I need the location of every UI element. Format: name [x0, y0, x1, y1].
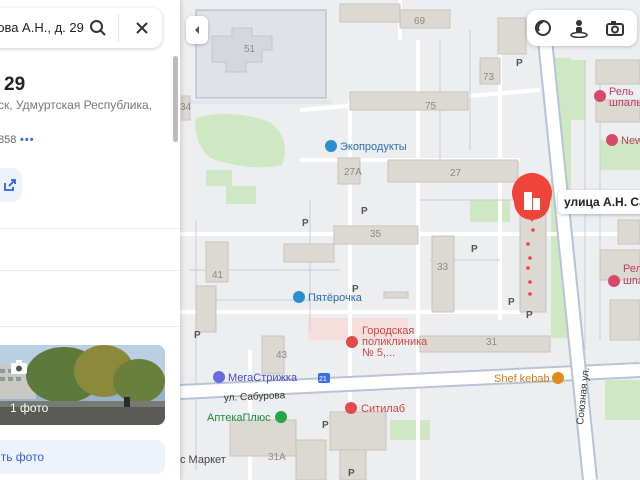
- food-icon[interactable]: [552, 372, 564, 384]
- label-bld31: 31: [486, 337, 498, 348]
- label-bld51: 51: [244, 44, 256, 55]
- chevron-left-icon: [195, 26, 199, 34]
- salon-icon[interactable]: [213, 371, 225, 383]
- poi-sitilab[interactable]: Ситилаб: [361, 403, 405, 415]
- parking-label: P: [508, 297, 515, 308]
- poi-megastrizhka[interactable]: МегаСтрижка: [228, 372, 298, 384]
- label-bld69: 69: [414, 16, 426, 27]
- poi-aptekaplyus[interactable]: АптекаПлюс: [207, 412, 271, 424]
- place-title: 29: [4, 74, 26, 95]
- poi-polyclinic-line3[interactable]: № 5,...: [362, 347, 395, 359]
- parking-label: P: [322, 420, 329, 431]
- divider: [0, 326, 180, 327]
- label-bld73: 73: [483, 72, 495, 83]
- place-panel: рова А.Н., д. 29 29 ск, Удмуртская Респу…: [0, 0, 180, 480]
- poi-shpal-1[interactable]: шпаль: [609, 97, 640, 109]
- parking-label: P: [194, 330, 201, 341]
- label-bld27a: 27А: [344, 167, 362, 178]
- divider: [0, 228, 180, 229]
- close-button[interactable]: [130, 16, 154, 40]
- shop-icon[interactable]: [325, 140, 337, 152]
- label-bld75: 75: [425, 101, 437, 112]
- parking-label: P: [361, 206, 368, 217]
- shop-icon[interactable]: [606, 134, 618, 146]
- shop-icon[interactable]: [594, 90, 606, 102]
- label-bld27: 27: [450, 168, 462, 179]
- parking-label: P: [526, 310, 533, 321]
- parking-label: P: [516, 58, 523, 69]
- medical-icon[interactable]: [345, 402, 357, 414]
- street-view-icon: [570, 20, 588, 38]
- label-bld33: 33: [437, 262, 449, 273]
- panel-scrollbar[interactable]: [173, 56, 178, 142]
- label-bld34: 34: [180, 102, 192, 113]
- share-icon: [4, 179, 16, 191]
- add-photo-label: ить фото: [0, 450, 45, 464]
- poi-pyaterochka[interactable]: Пятёрочка: [308, 292, 363, 304]
- search-input[interactable]: рова А.Н., д. 29: [0, 20, 94, 35]
- medical-icon[interactable]: [346, 336, 358, 348]
- poi-rels-2[interactable]: Рель: [623, 263, 640, 275]
- label-bld35: 35: [370, 229, 382, 240]
- postal-code: 858: [0, 134, 17, 146]
- share-button[interactable]: [0, 168, 22, 202]
- poi-ekoprodukty[interactable]: Экопродукты: [340, 141, 407, 153]
- label-bld41: 41: [212, 270, 224, 281]
- close-icon: [136, 22, 148, 34]
- more-button[interactable]: •••: [20, 134, 35, 146]
- poi-shef-kebab[interactable]: Shef kebab: [494, 373, 550, 385]
- label-bld43: 43: [276, 350, 288, 361]
- label-bld31a: 31А: [268, 452, 286, 463]
- photo-gallery[interactable]: 1 фото: [0, 345, 165, 425]
- search-icon: [90, 20, 106, 36]
- parking-label: P: [348, 468, 355, 479]
- parking-label: P: [471, 244, 478, 255]
- divider: [0, 270, 180, 271]
- place-address: ск, Удмуртская Республика,: [0, 98, 152, 112]
- search-button[interactable]: [86, 16, 110, 40]
- marker-label[interactable]: улица А.Н. Са: [558, 190, 640, 214]
- map-controls: [527, 10, 637, 46]
- bus-stop-number: 21: [319, 376, 327, 383]
- shop-icon[interactable]: [293, 291, 305, 303]
- pharmacy-icon[interactable]: [275, 411, 287, 423]
- layers-button[interactable]: [531, 16, 555, 40]
- camera-icon: [11, 360, 27, 374]
- shop-icon[interactable]: [608, 275, 620, 287]
- add-photo-button[interactable]: ить фото: [0, 440, 165, 474]
- poi-shpal-2[interactable]: шпа: [623, 275, 640, 287]
- photo-count: 1 фото: [10, 401, 49, 415]
- panorama-button[interactable]: [567, 16, 591, 40]
- search-bar: рова А.Н., д. 29: [0, 8, 162, 48]
- poi-market[interactable]: с Маркет: [180, 454, 226, 466]
- parking-label: P: [302, 218, 309, 229]
- layers-icon: [535, 20, 551, 36]
- photo-button[interactable]: [603, 16, 627, 40]
- poi-new[interactable]: New: [621, 135, 640, 147]
- collapse-panel-button[interactable]: [186, 16, 208, 44]
- camera-icon: [606, 21, 624, 36]
